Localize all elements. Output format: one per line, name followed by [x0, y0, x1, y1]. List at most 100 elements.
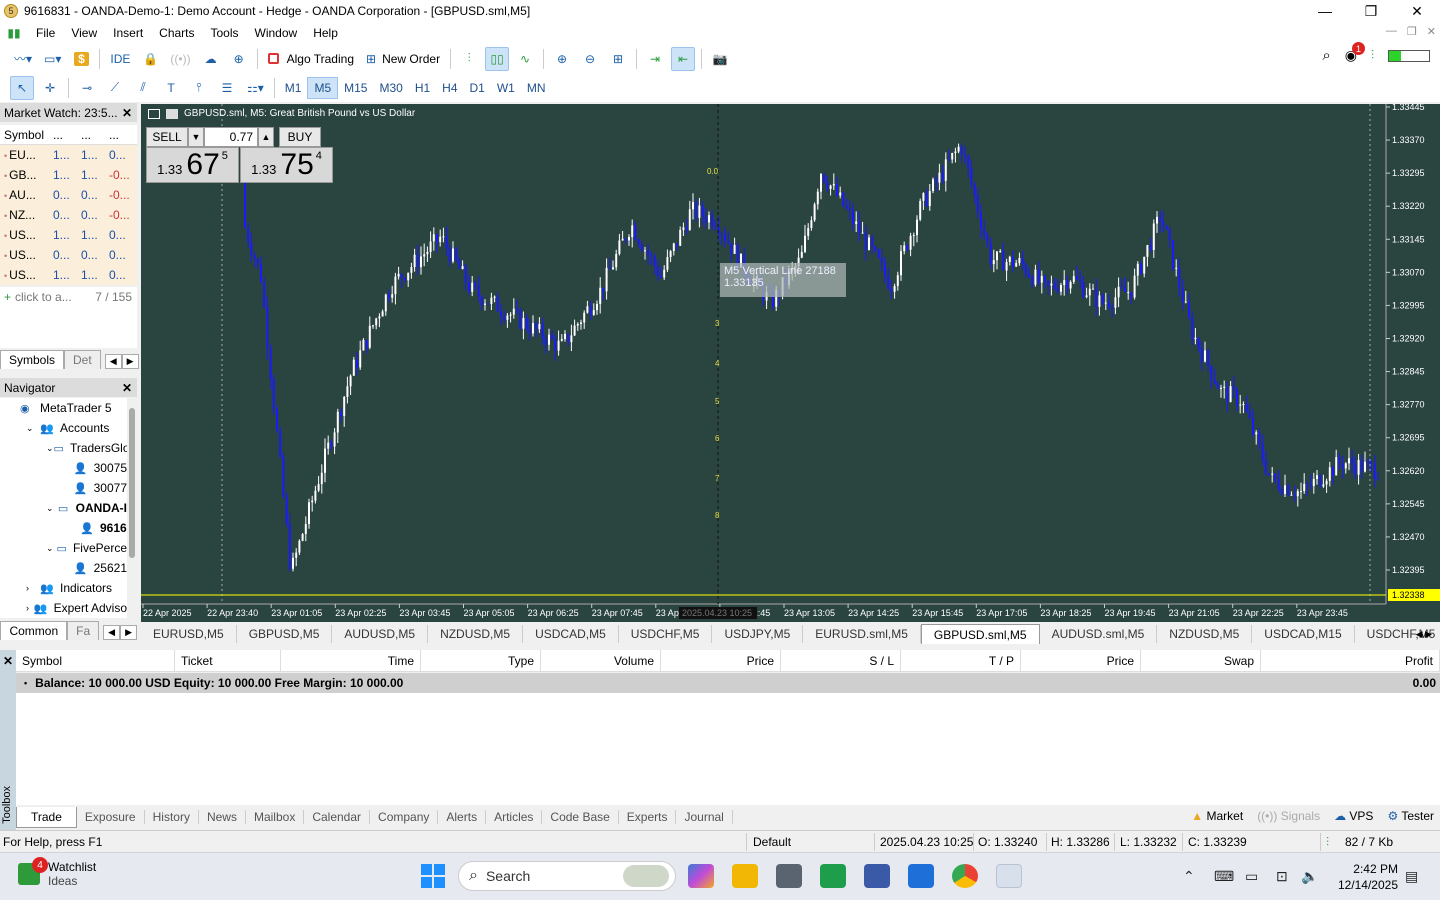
- col-bid[interactable]: ...: [50, 128, 78, 142]
- tab-favorites[interactable]: Fa: [67, 621, 100, 640]
- trade-column-header[interactable]: T / P: [901, 650, 1021, 672]
- balance-row[interactable]: • Balance: 10 000.00 USD Equity: 10 000.…: [16, 673, 1440, 693]
- timeframe-h4[interactable]: H4: [436, 77, 463, 99]
- minimize-button[interactable]: —: [1302, 0, 1348, 22]
- status-profile[interactable]: Default: [753, 835, 791, 849]
- trade-list-area[interactable]: [16, 693, 1440, 805]
- notifications-icon[interactable]: ◉ 1: [1345, 42, 1365, 64]
- trade-column-header[interactable]: Ticket: [175, 650, 281, 672]
- timeframe-h1[interactable]: H1: [409, 77, 436, 99]
- price-chart[interactable]: 1.33445 1.33370 1.33295 1.33220 1.33145 1.330…: [141, 104, 1440, 622]
- navigator-node[interactable]: › 👥 Expert Adviso: [0, 598, 127, 618]
- chart-tab[interactable]: NZDUSD,M5: [1157, 625, 1253, 643]
- toolbox-tab[interactable]: Articles: [486, 810, 543, 824]
- navigator-node[interactable]: ⌄ 👥 Accounts: [0, 418, 127, 438]
- toolbox-tab[interactable]: Trade: [16, 806, 77, 828]
- app-icon-blue[interactable]: [864, 864, 890, 888]
- chart-tab[interactable]: GBPUSD,M5: [237, 625, 333, 643]
- market-tab[interactable]: ▲ Market: [1191, 809, 1243, 823]
- tray-chevron-icon[interactable]: ⌃: [1183, 868, 1195, 885]
- chart-menu-icon[interactable]: ▮▮: [0, 26, 28, 40]
- close-button[interactable]: ✕: [1394, 0, 1440, 22]
- tab-scroll-left-icon[interactable]: ◀: [104, 354, 122, 369]
- navigator-node[interactable]: 👤 25621: [0, 558, 127, 578]
- chart-tab[interactable]: AUDUSD,M5: [332, 625, 429, 643]
- timeframe-m1[interactable]: M1: [279, 77, 308, 99]
- toolbox-tab[interactable]: Company: [370, 810, 439, 824]
- market-watch-close-icon[interactable]: ✕: [122, 106, 132, 120]
- navigator-scrollbar[interactable]: [127, 398, 137, 618]
- chart-shift-icon[interactable]: ⇤: [671, 46, 696, 71]
- tab-scroll-right-icon[interactable]: ▶: [121, 354, 139, 369]
- spreadsheet-icon[interactable]: [820, 864, 846, 888]
- menu-view[interactable]: View: [63, 26, 105, 40]
- trade-column-header[interactable]: Price: [1021, 650, 1141, 672]
- col-ask[interactable]: ...: [78, 128, 106, 142]
- navigator-node[interactable]: ◉ MetaTrader 5: [0, 398, 127, 418]
- candlestick-icon[interactable]: ▯▯: [485, 46, 510, 71]
- widgets-watchlist[interactable]: 4 Watchlist Ideas: [18, 857, 96, 888]
- volume-down-icon[interactable]: ▼: [188, 127, 204, 147]
- toolbox-tab[interactable]: Calendar: [304, 810, 371, 824]
- navigator-node[interactable]: 👤 30077: [0, 478, 127, 498]
- horizontal-line-icon[interactable]: ⊸: [75, 76, 99, 100]
- chart-tab[interactable]: EURUSD.sml,M5: [803, 625, 921, 643]
- nav-scroll-left-icon[interactable]: ◀: [103, 625, 121, 640]
- mdi-close-icon[interactable]: ✕: [1427, 25, 1436, 38]
- start-button[interactable]: [421, 864, 445, 888]
- toolbox-tab[interactable]: Experts: [619, 810, 677, 824]
- menu-charts[interactable]: Charts: [151, 26, 202, 40]
- chart-tab[interactable]: USDCHF,M5: [619, 625, 713, 643]
- chart-tab[interactable]: USDCAD,M5: [523, 625, 619, 643]
- trade-column-header[interactable]: Price: [661, 650, 781, 672]
- messenger-icon[interactable]: [908, 864, 934, 888]
- chart-tab[interactable]: EURUSD,M5: [141, 625, 237, 643]
- screenshot-icon[interactable]: 📷: [708, 47, 732, 71]
- chart-type-icon[interactable]: 〰▾: [10, 47, 36, 71]
- chart-tab[interactable]: AUDUSD.sml,M5: [1040, 625, 1158, 643]
- chrome-icon[interactable]: [952, 864, 978, 888]
- menu-window[interactable]: Window: [247, 26, 306, 40]
- market-watch-row[interactable]: EU...1...1...0...: [0, 145, 137, 165]
- mdi-restore-icon[interactable]: ❐: [1407, 25, 1417, 38]
- shapes-icon[interactable]: ⚏▾: [243, 76, 268, 100]
- chart-tabs-scroll-icon[interactable]: ◀ ▶: [1416, 629, 1432, 640]
- trade-column-header[interactable]: Type: [421, 650, 541, 672]
- market-watch-row[interactable]: US...0...0...0...: [0, 245, 137, 265]
- buy-price[interactable]: 1.33 75 4: [240, 147, 333, 183]
- candlestick-chart[interactable]: 1.33445 1.33370 1.33295 1.33220 1.33145 1.330…: [141, 104, 1440, 622]
- expand-caret-icon[interactable]: ›: [26, 603, 34, 613]
- vertical-line-icon[interactable]: ⫯: [187, 76, 211, 100]
- menu-help[interactable]: Help: [305, 26, 346, 40]
- toolbox-tab[interactable]: Exposure: [77, 810, 145, 824]
- mdi-minimize-icon[interactable]: —: [1386, 25, 1397, 38]
- timeframe-d1[interactable]: D1: [464, 77, 491, 99]
- fibonacci-icon[interactable]: ☰: [215, 76, 239, 100]
- calculator-icon[interactable]: [776, 864, 802, 888]
- maximize-button[interactable]: ❐: [1348, 0, 1394, 22]
- toolbox-tab[interactable]: Code Base: [542, 810, 619, 824]
- toolbox-tab[interactable]: History: [145, 810, 199, 824]
- timeframe-m5[interactable]: M5: [307, 76, 339, 99]
- volume-up-icon[interactable]: ▲: [258, 127, 274, 147]
- line-chart-icon[interactable]: ∿: [513, 47, 537, 71]
- market-watch-row[interactable]: AU...0...0...-0...: [0, 185, 137, 205]
- crosshair-icon[interactable]: ✛: [38, 76, 62, 100]
- network-icon[interactable]: ⊡: [1276, 868, 1288, 885]
- bar-chart-icon[interactable]: ⫶: [457, 47, 481, 71]
- taskbar-search[interactable]: ⌕ Search: [458, 861, 676, 891]
- zoom-out-icon[interactable]: ⊖: [578, 47, 602, 71]
- volume-input[interactable]: 0.77: [204, 127, 258, 147]
- toolbox-close-icon[interactable]: ✕: [3, 654, 13, 668]
- menu-tools[interactable]: Tools: [203, 26, 247, 40]
- toolbox-tab[interactable]: Journal: [676, 810, 733, 824]
- sell-button[interactable]: SELL: [146, 127, 188, 147]
- zoom-in-icon[interactable]: ⊕: [550, 47, 574, 71]
- expand-caret-icon[interactable]: ⌄: [26, 423, 40, 434]
- notification-center-icon[interactable]: ▤: [1405, 868, 1418, 885]
- globe-icon[interactable]: ⊕: [227, 47, 251, 71]
- market-watch-row[interactable]: US...1...1...0...: [0, 265, 137, 285]
- expand-caret-icon[interactable]: ⌄: [46, 503, 58, 514]
- channel-icon[interactable]: ⫽: [131, 76, 155, 100]
- menu-insert[interactable]: Insert: [105, 26, 151, 40]
